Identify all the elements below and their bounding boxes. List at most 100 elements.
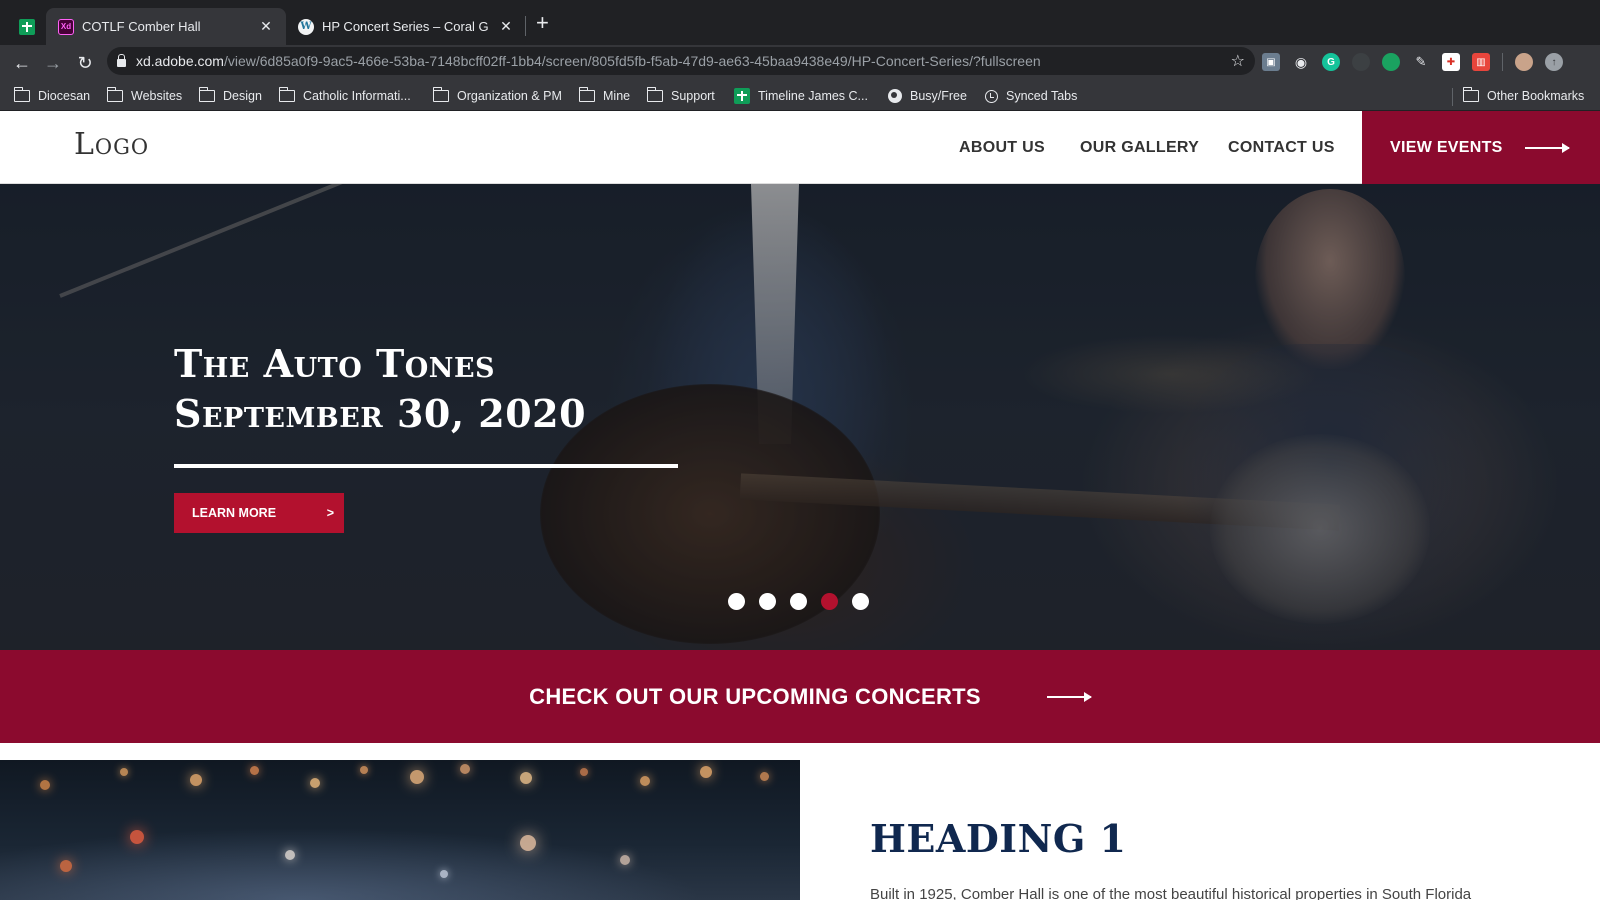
bookmark-timeline[interactable]: Timeline James C... xyxy=(734,87,868,105)
adobe-xd-icon: Xd xyxy=(58,18,74,35)
bokeh-light xyxy=(640,776,650,786)
bookmark-mine[interactable]: Mine xyxy=(578,87,630,105)
hero-slider: The Auto Tones September 30, 2020 LEARN … xyxy=(0,184,1600,650)
bookmarks-divider xyxy=(1452,88,1453,106)
bookmark-websites[interactable]: Websites xyxy=(106,87,182,105)
hero-title: The Auto Tones September 30, 2020 xyxy=(174,339,586,439)
slider-dot[interactable] xyxy=(790,593,807,610)
extensions-row: ▣ ◉ G ✎ ✚ ▥ ↑ xyxy=(1262,49,1563,75)
bokeh-light xyxy=(700,766,712,778)
slider-dot[interactable] xyxy=(728,593,745,610)
slider-dots xyxy=(728,593,869,610)
arrow-right-icon xyxy=(1046,691,1092,702)
close-tab-icon[interactable]: ✕ xyxy=(498,18,514,35)
bokeh-light xyxy=(520,772,532,784)
url-text: xd.adobe.com/view/6d85a0f9-9ac5-466e-53b… xyxy=(136,53,1041,69)
extension-icon[interactable] xyxy=(1352,53,1370,71)
tab-divider xyxy=(525,16,526,36)
section-body-text: Built in 1925, Comber Hall is one of the… xyxy=(870,886,1472,900)
wordpress-icon: W xyxy=(298,18,314,35)
pen-icon[interactable]: ✎ xyxy=(1412,53,1430,71)
back-button[interactable]: ← xyxy=(9,50,35,76)
site-logo[interactable]: Logo xyxy=(74,127,149,162)
green-pin-icon[interactable] xyxy=(1382,53,1400,71)
bokeh-light xyxy=(760,772,769,781)
address-bar[interactable]: xd.adobe.com/view/6d85a0f9-9ac5-466e-53b… xyxy=(107,47,1255,75)
bookmark-other[interactable]: Other Bookmarks xyxy=(1462,87,1584,105)
view-events-button[interactable]: VIEW EVENTS xyxy=(1362,111,1600,184)
red-extension-icon[interactable]: ▥ xyxy=(1472,53,1490,71)
folder-icon xyxy=(278,87,295,102)
bokeh-light xyxy=(190,774,202,786)
concert-crowd-image xyxy=(0,760,800,900)
nav-about-us[interactable]: ABOUT US xyxy=(959,139,1045,157)
bokeh-light xyxy=(120,768,128,776)
update-icon[interactable]: ↑ xyxy=(1545,53,1563,71)
google-sheets-icon xyxy=(734,88,750,104)
bokeh-light xyxy=(580,768,588,776)
tab-title: HP Concert Series – Coral Gabl xyxy=(322,19,488,34)
browser-tab-strip: Xd COTLF Comber Hall ✕ W HP Concert Seri… xyxy=(0,0,1600,45)
bookmark-support[interactable]: Support xyxy=(646,87,715,105)
calendar-extension-icon[interactable]: ✚ xyxy=(1442,53,1460,71)
bokeh-light xyxy=(285,850,295,860)
hero-title-line1: The Auto Tones xyxy=(174,341,496,386)
slider-dot[interactable] xyxy=(852,593,869,610)
slider-dot[interactable] xyxy=(821,593,838,610)
chevron-right-icon: > xyxy=(326,506,334,520)
pinned-tab[interactable] xyxy=(8,8,46,45)
bokeh-light xyxy=(440,870,448,878)
bokeh-light xyxy=(60,860,72,872)
site-header: Logo ABOUT US OUR GALLERY CONTACT US xyxy=(0,111,1600,184)
hero-title-line2: September 30, 2020 xyxy=(174,391,587,436)
folder-icon xyxy=(1462,87,1479,102)
bokeh-light xyxy=(460,764,470,774)
learn-more-button[interactable]: LEARN MORE > xyxy=(174,493,344,533)
bookmark-design[interactable]: Design xyxy=(198,87,262,105)
folder-icon xyxy=(13,87,30,102)
profile-avatar[interactable] xyxy=(1515,53,1533,71)
bokeh-light xyxy=(310,778,320,788)
folder-icon xyxy=(432,87,449,102)
folder-icon xyxy=(646,87,663,102)
bokeh-light xyxy=(520,835,536,851)
slider-dot[interactable] xyxy=(759,593,776,610)
browser-tab-active[interactable]: Xd COTLF Comber Hall ✕ xyxy=(46,8,286,45)
learn-more-label: LEARN MORE xyxy=(192,506,277,520)
bokeh-light xyxy=(410,770,424,784)
new-tab-button[interactable]: + xyxy=(536,12,549,34)
reload-button[interactable]: ↻ xyxy=(72,50,98,76)
tab-title: COTLF Comber Hall xyxy=(82,19,201,34)
bookmark-catholic-info[interactable]: Catholic Informati... xyxy=(278,87,411,105)
bookmark-star-icon[interactable]: ☆ xyxy=(1231,51,1245,71)
close-tab-icon[interactable]: ✕ xyxy=(258,18,274,35)
folder-icon xyxy=(106,87,123,102)
hero-divider xyxy=(174,464,678,468)
upcoming-concerts-banner[interactable]: CHECK OUT OUR UPCOMING CONCERTS xyxy=(0,650,1600,743)
arrow-right-icon xyxy=(1524,142,1570,153)
bokeh-light xyxy=(250,766,259,775)
bookmark-busy-free[interactable]: Busy/Free xyxy=(888,87,967,105)
section-heading: HEADING 1 xyxy=(870,816,1127,861)
grammarly-icon[interactable]: G xyxy=(1322,53,1340,71)
lock-icon xyxy=(117,54,126,67)
browser-tab[interactable]: W HP Concert Series – Coral Gabl ✕ xyxy=(286,8,526,45)
bookmark-synced-tabs[interactable]: Synced Tabs xyxy=(985,87,1077,105)
bokeh-light xyxy=(130,830,144,844)
toolbar-divider xyxy=(1502,53,1503,71)
upcoming-concerts-label: CHECK OUT OUR UPCOMING CONCERTS xyxy=(529,683,981,709)
bokeh-light xyxy=(620,855,630,865)
bokeh-light xyxy=(360,766,368,774)
nav-our-gallery[interactable]: OUR GALLERY xyxy=(1080,139,1199,157)
bookmarks-bar: Diocesan Websites Design Catholic Inform… xyxy=(0,81,1600,111)
bookmark-diocesan[interactable]: Diocesan xyxy=(13,87,90,105)
bookmark-organization-pm[interactable]: Organization & PM xyxy=(432,87,562,105)
nav-contact-us[interactable]: CONTACT US xyxy=(1228,139,1335,157)
image-extension-icon[interactable]: ▣ xyxy=(1262,53,1280,71)
forward-button[interactable]: → xyxy=(40,50,66,76)
folder-icon xyxy=(578,87,595,102)
camera-icon[interactable]: ◉ xyxy=(1292,53,1310,71)
history-icon xyxy=(985,89,998,103)
globe-icon xyxy=(888,89,902,103)
google-sheets-icon xyxy=(19,18,35,35)
